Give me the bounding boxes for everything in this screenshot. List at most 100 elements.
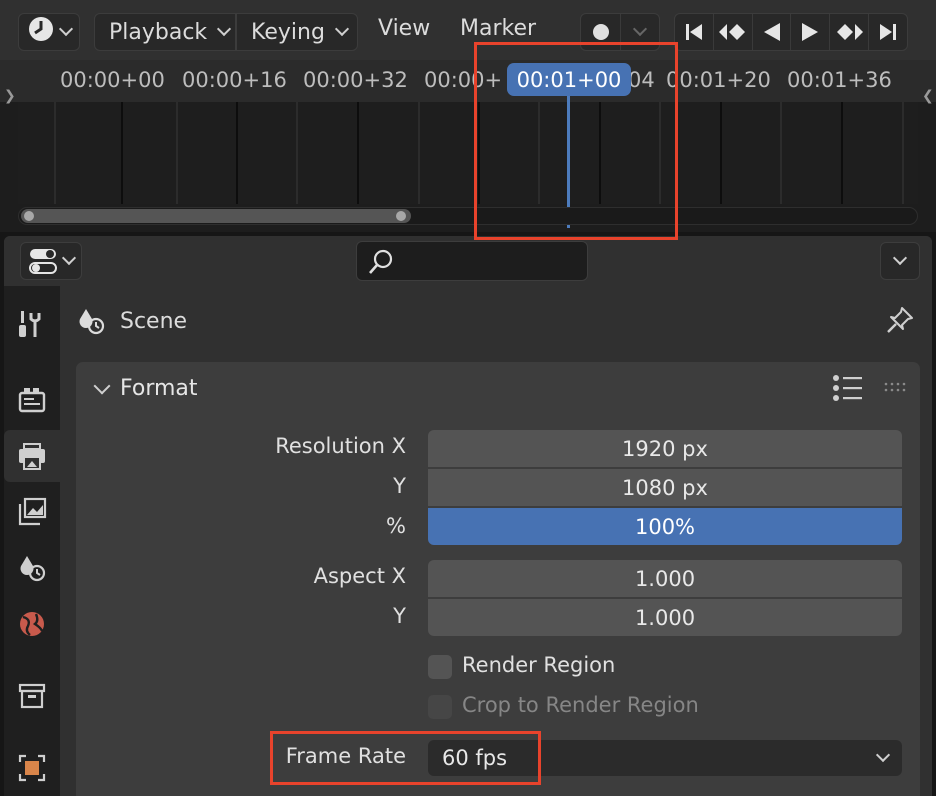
current-time-indicator[interactable]: 00:01+00: [507, 63, 631, 96]
tab-view-layer[interactable]: [4, 486, 60, 538]
render-icon: [18, 388, 46, 413]
play-reverse-icon: [763, 23, 780, 41]
timeline-tracks[interactable]: [18, 102, 918, 204]
ruler-label: 00:00+00: [60, 68, 165, 92]
search-icon: [369, 249, 393, 274]
editor-type-button[interactable]: [18, 13, 80, 51]
context-label: Scene: [120, 308, 188, 334]
properties-editor: Scene Format Resolution X 1920 px Y 1080…: [4, 236, 932, 796]
context-path: Scene: [76, 300, 276, 342]
format-panel: Format Resolution X 1920 px Y 1080 px % …: [76, 362, 920, 796]
chevron-right-icon[interactable]: ❯: [4, 88, 16, 104]
crop-to-render-region-checkbox[interactable]: [428, 695, 452, 719]
ruler-label: 00:00+: [424, 68, 503, 92]
resolution-percentage-slider[interactable]: 100%: [428, 508, 902, 545]
chevron-down-icon: [633, 21, 648, 37]
play-button[interactable]: [791, 14, 831, 50]
jump-start-icon: [685, 24, 702, 40]
frame-rate-dropdown[interactable]: 60 fps: [428, 740, 902, 776]
crop-to-render-region-label[interactable]: Crop to Render Region: [462, 693, 699, 717]
ruler-label: 00:01+20: [666, 68, 771, 92]
aspect-x-field[interactable]: 1.000: [428, 560, 902, 597]
pin-icon: [887, 307, 913, 333]
chevron-down-icon: [334, 21, 349, 37]
aspect-y-label: Y: [393, 604, 406, 628]
chevron-down-icon: [61, 250, 77, 266]
frame-rate-value: 60 fps: [442, 746, 508, 770]
timeline-scrollbar[interactable]: [18, 207, 918, 225]
ruler-label: 00:00+16: [182, 68, 287, 92]
playback-controls: [674, 13, 908, 51]
archive-icon: [18, 683, 46, 709]
scrollbar-thumb[interactable]: [21, 209, 411, 223]
tab-render[interactable]: [4, 374, 60, 426]
tool-icon: [19, 311, 41, 337]
resolution-x-field[interactable]: 1920 px: [428, 430, 902, 467]
image-stack-icon: [18, 497, 47, 526]
tab-output[interactable]: [4, 430, 60, 482]
properties-header: [4, 236, 932, 286]
playback-menu-label: Playback: [109, 19, 208, 45]
play-icon: [802, 23, 819, 41]
tab-world[interactable]: [4, 598, 60, 650]
playback-menu[interactable]: Playback: [94, 13, 236, 51]
clock-icon: [27, 15, 55, 49]
keying-menu[interactable]: Keying: [236, 13, 358, 51]
properties-icon: [29, 249, 57, 274]
search-field[interactable]: [356, 241, 588, 281]
tab-scene[interactable]: [4, 542, 60, 594]
tab-collection[interactable]: [4, 670, 60, 722]
resolution-x-label: Resolution X: [275, 434, 406, 458]
world-icon: [20, 612, 44, 636]
resolution-percentage-label: %: [386, 514, 406, 538]
scene-icon: [20, 556, 46, 582]
tab-texture[interactable]: [4, 742, 60, 794]
next-keyframe-button[interactable]: [830, 14, 870, 50]
chevron-left-icon[interactable]: ❮: [922, 88, 934, 104]
panel-title: Format: [120, 376, 198, 401]
prev-keyframe-icon: [718, 24, 745, 40]
jump-start-button[interactable]: [675, 14, 714, 50]
keying-options-dropdown[interactable]: [621, 14, 659, 50]
jump-end-button[interactable]: [869, 14, 907, 50]
ruler-label: 00:01+36: [787, 68, 892, 92]
chevron-down-icon: [217, 21, 232, 37]
search-input[interactable]: [401, 248, 575, 276]
editor-type-button[interactable]: [20, 242, 82, 280]
auto-keying-group: [580, 13, 660, 51]
render-region-checkbox[interactable]: [428, 655, 452, 679]
options-button[interactable]: [880, 242, 920, 280]
record-button[interactable]: [581, 14, 622, 50]
resolution-y-field[interactable]: 1080 px: [428, 469, 902, 506]
properties-tabs: [4, 286, 60, 796]
prev-keyframe-button[interactable]: [714, 14, 753, 50]
chevron-down-icon: [58, 21, 74, 37]
aspect-x-label: Aspect X: [313, 564, 406, 588]
ruler-label: 00:00+32: [303, 68, 408, 92]
tab-tool[interactable]: [4, 298, 60, 350]
jump-end-icon: [880, 24, 897, 40]
ruler-label: 04: [628, 68, 655, 92]
timeline-header: Playback Keying View Marker: [0, 0, 936, 60]
aspect-y-field[interactable]: 1.000: [428, 599, 902, 636]
keying-menu-label: Keying: [251, 19, 325, 45]
format-panel-header[interactable]: Format: [76, 362, 920, 414]
resolution-y-label: Y: [393, 474, 406, 498]
play-reverse-button[interactable]: [753, 14, 792, 50]
view-menu[interactable]: View: [378, 16, 430, 41]
timeline-editor: Playback Keying View Marker 00:00+00 00:…: [0, 0, 936, 232]
scroll-handle-start[interactable]: [24, 211, 34, 221]
scene-icon: [79, 309, 105, 335]
chevron-down-icon: [875, 747, 891, 763]
chevron-down-icon: [93, 377, 111, 395]
texture-icon: [18, 754, 46, 782]
drag-handle-icon[interactable]: [884, 382, 908, 392]
pin-button[interactable]: [886, 306, 914, 338]
presets-list-icon[interactable]: [832, 374, 864, 402]
chevron-down-icon: [892, 250, 908, 266]
next-keyframe-icon: [837, 24, 864, 40]
frame-rate-label: Frame Rate: [285, 744, 406, 768]
render-region-label[interactable]: Render Region: [462, 653, 615, 677]
marker-menu[interactable]: Marker: [460, 16, 536, 41]
scroll-handle-end[interactable]: [396, 211, 406, 221]
